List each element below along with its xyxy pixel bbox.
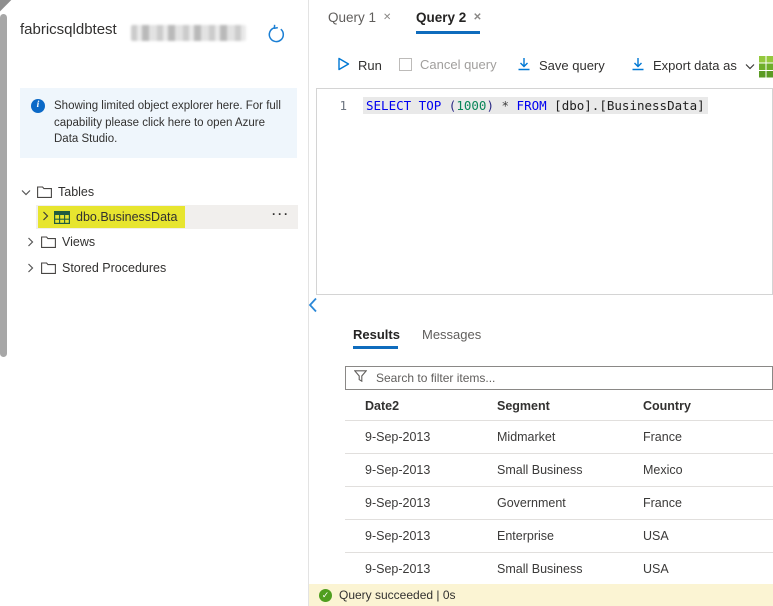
chevron-down-icon (745, 58, 755, 73)
cell-country: USA (643, 562, 669, 576)
chevron-right-icon[interactable] (24, 263, 36, 273)
tab-label: Query 2 (416, 10, 467, 25)
save-query-button[interactable]: Save query (517, 57, 605, 74)
refresh-icon (266, 24, 287, 50)
cell-segment: Government (497, 496, 566, 510)
column-header[interactable]: Country (643, 399, 773, 413)
results-table: Date2 Segment Country 9-Sep-2013 Midmark… (345, 392, 773, 586)
sql-code-line[interactable]: SELECT TOP (1000) * FROM [dbo].[Business… (363, 97, 708, 114)
run-label: Run (358, 58, 382, 73)
tree-item-business-data[interactable]: dbo.BusinessData ··· (8, 204, 300, 230)
save-label: Save query (539, 58, 605, 73)
cell-country: USA (643, 529, 669, 543)
more-actions-button[interactable]: ··· (272, 207, 290, 221)
table-row[interactable]: 9-Sep-2013 Small Business Mexico (345, 454, 773, 487)
cell-segment: Midmarket (497, 430, 556, 444)
highlight-marker: dbo.BusinessData (38, 206, 186, 228)
download-icon (517, 57, 531, 74)
tab-messages[interactable]: Messages (422, 327, 481, 342)
cell-date: 9-Sep-2013 (365, 562, 431, 576)
object-explorer-tree: Tables dbo.BusinessData ··· Views Stored… (8, 180, 300, 280)
line-number: 1 (339, 98, 347, 113)
redacted-text (131, 25, 246, 41)
download-icon (631, 57, 645, 74)
sql-paren: ) (486, 98, 494, 113)
info-icon: i (31, 99, 45, 113)
cell-date: 9-Sep-2013 (365, 430, 431, 444)
tab-query-1[interactable]: Query 1 ✕ (328, 10, 391, 25)
table-row[interactable]: 9-Sep-2013 Government France (345, 487, 773, 520)
cell-country: France (643, 430, 682, 444)
table-row[interactable]: 9-Sep-2013 Midmarket France (345, 421, 773, 454)
sql-editor[interactable]: 1 SELECT TOP (1000) * FROM [dbo].[Busine… (316, 88, 773, 295)
refresh-button[interactable] (264, 24, 288, 50)
vertical-scrollbar[interactable] (0, 14, 7, 357)
folder-icon (37, 186, 52, 198)
filter-icon (353, 369, 368, 387)
cell-country: France (643, 496, 682, 510)
tree-item-views[interactable]: Views (8, 230, 300, 254)
search-input[interactable] (374, 370, 764, 386)
chevron-down-icon[interactable] (20, 189, 32, 196)
folder-icon (41, 236, 56, 248)
cancel-label: Cancel query (420, 57, 497, 72)
cell-segment: Small Business (497, 463, 583, 477)
success-check-icon: ✓ (319, 588, 332, 602)
tree-item-tables[interactable]: Tables (8, 180, 300, 204)
column-header[interactable]: Date2 (365, 399, 497, 413)
table-row[interactable]: 9-Sep-2013 Enterprise USA (345, 520, 773, 553)
table-header-row: Date2 Segment Country (345, 392, 773, 421)
sql-keyword: FROM (516, 98, 547, 113)
export-label: Export data as (653, 58, 737, 73)
tree-item-stored-procedures[interactable]: Stored Procedures (8, 256, 300, 280)
tree-item-label: Views (62, 235, 96, 249)
info-banner-text: Showing limited object explorer here. Fo… (54, 100, 281, 146)
table-icon (54, 210, 70, 224)
sql-identifier: [dbo].[BusinessData] (546, 98, 705, 113)
tab-results[interactable]: Results (353, 327, 400, 342)
info-banner[interactable]: i Showing limited object explorer here. … (20, 88, 297, 159)
panel-corner-shape (0, 0, 12, 12)
export-data-button[interactable]: Export data as (631, 57, 755, 74)
cell-segment: Enterprise (497, 529, 554, 543)
sql-number: 1000 (456, 98, 487, 113)
active-tab-indicator (353, 346, 398, 349)
folder-icon (41, 262, 56, 274)
close-icon[interactable]: ✕ (383, 12, 391, 23)
cell-date: 9-Sep-2013 (365, 463, 431, 477)
tree-item-label: Tables (58, 185, 95, 199)
table-row[interactable]: 9-Sep-2013 Small Business USA (345, 553, 773, 586)
query-editor-window: fabricsqldbtest i Showing limited object… (0, 0, 773, 606)
cell-country: Mexico (643, 463, 683, 477)
cancel-query-button[interactable]: Cancel query (399, 57, 497, 72)
sql-operator: * (493, 98, 517, 113)
cell-date: 9-Sep-2013 (365, 529, 431, 543)
collapse-sidebar-button[interactable] (308, 296, 322, 314)
active-tab-indicator (416, 31, 480, 34)
cell-segment: Small Business (497, 562, 583, 576)
stop-icon (399, 58, 412, 71)
chevron-right-icon[interactable] (42, 210, 49, 224)
tree-item-label: dbo.BusinessData (76, 210, 178, 224)
play-icon (337, 57, 350, 74)
open-in-excel-grid-icon[interactable] (759, 56, 773, 84)
sql-keyword: SELECT TOP (366, 98, 449, 113)
column-header[interactable]: Segment (497, 399, 643, 413)
filter-search-box[interactable] (345, 366, 773, 390)
run-button[interactable]: Run (337, 57, 382, 74)
status-bar: ✓ Query succeeded | 0s (309, 584, 773, 606)
status-text: Query succeeded | 0s (339, 588, 456, 602)
tree-item-label: Stored Procedures (62, 261, 167, 275)
chevron-right-icon[interactable] (24, 237, 36, 247)
tab-query-2[interactable]: Query 2 ✕ (416, 10, 482, 25)
database-title: fabricsqldbtest (20, 21, 117, 38)
cell-date: 9-Sep-2013 (365, 496, 431, 510)
tab-label: Query 1 (328, 10, 377, 25)
close-icon[interactable]: ✕ (473, 12, 481, 23)
